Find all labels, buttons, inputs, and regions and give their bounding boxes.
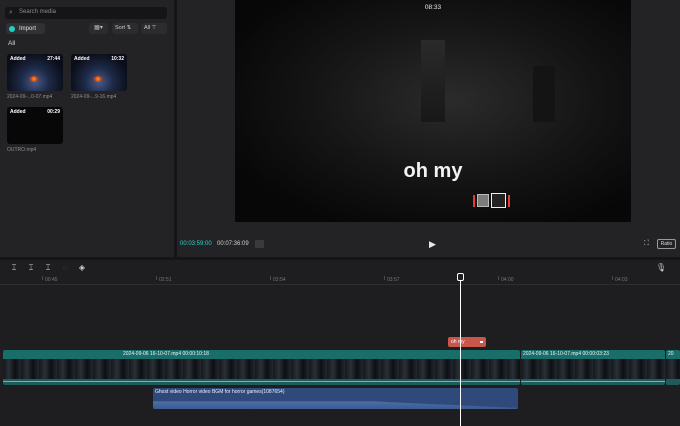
ratio-button[interactable]: Ratio: [657, 239, 676, 249]
video-clip-label: 2024-09-06 16-10-07.mp4 00:00:03:23: [521, 350, 665, 359]
media-item-name: OUTRO.mp4: [7, 147, 37, 153]
clip-end-handle[interactable]: [480, 341, 483, 343]
editor-window: ⌕ Search media Import ▦▾ Sort ⇅ All ⊤ Al…: [0, 0, 680, 426]
audio-waveform: [153, 401, 518, 409]
timeline-toolbar: ⌶ ⌶ ⌶ ◌ ◈ 🎙︎: [0, 260, 680, 276]
clip-audio-line: [521, 381, 665, 382]
marker-icon[interactable]: ◈: [77, 263, 87, 273]
caption-text[interactable]: oh my: [235, 160, 631, 183]
clip-thumbnails: [666, 359, 680, 379]
duration-label: 27:44: [47, 56, 60, 62]
media-item-name: 2024-09-...0-07.mp4: [7, 94, 53, 100]
split-icon[interactable]: ⌶: [9, 263, 19, 273]
ruler-tick-label: 04:03: [615, 277, 628, 283]
clip-audio-bar: [666, 379, 680, 385]
timeline-panel: ⌶ ⌶ ⌶ ◌ ◈ 🎙︎ 00:45 02:51 03:54 03:57 04:…: [0, 260, 680, 426]
section-all-label: All: [8, 40, 16, 47]
search-media-input[interactable]: ⌕ Search media: [5, 7, 167, 19]
clip-thumbnails: [3, 359, 520, 379]
sort-label: Sort: [115, 25, 126, 31]
sticker-overlay[interactable]: [472, 192, 512, 210]
sort-button[interactable]: Sort ⇅: [112, 23, 138, 34]
import-label: Import: [19, 25, 37, 32]
video-clip[interactable]: 20: [666, 350, 680, 385]
ruler-tick-label: 03:54: [273, 277, 286, 283]
filter-button[interactable]: All ⊤: [141, 23, 167, 34]
video-frame-door: [421, 40, 445, 122]
clip-audio-bar: [521, 379, 665, 385]
timeline-ruler[interactable]: 00:45 02:51 03:54 03:57 04:00 04:03: [0, 276, 680, 285]
clip-audio-bar: [3, 379, 520, 385]
ruler-tick-label: 00:45: [45, 277, 58, 283]
added-badge: Added: [74, 56, 90, 62]
audio-clip-label: Ghost video Horror video BGM for horror …: [155, 389, 285, 395]
video-preview[interactable]: 08:33 oh my: [235, 0, 631, 222]
ruler-tick-label: 04:00: [501, 277, 514, 283]
delete-icon[interactable]: ◌: [60, 263, 70, 273]
sticker-icon: [477, 194, 489, 207]
view-mode-button[interactable]: ▦▾: [89, 23, 108, 34]
split-left-icon[interactable]: ⌶: [26, 263, 36, 273]
in-video-timestamp: 08:33: [424, 4, 442, 11]
fullscreen-icon[interactable]: ⛶: [644, 240, 649, 248]
sticker-icon: [491, 193, 506, 208]
clip-thumbnails: [521, 359, 665, 379]
play-icon[interactable]: ▶: [429, 239, 436, 250]
media-item[interactable]: Added 27:44: [7, 54, 63, 91]
text-clip[interactable]: oh my: [448, 337, 486, 347]
resize-handle[interactable]: [508, 195, 510, 207]
search-placeholder: Search media: [19, 9, 57, 15]
playhead-handle[interactable]: [457, 273, 464, 281]
ruler-tick-label: 03:57: [387, 277, 400, 283]
video-clip-label: 2024-09-06 16-10-07.mp4 00:00:10:18: [3, 350, 520, 359]
audio-clip[interactable]: Ghost video Horror video BGM for horror …: [153, 388, 518, 409]
search-icon: ⌕: [9, 9, 13, 16]
added-badge: Added: [10, 56, 26, 62]
media-item-name: 2024-09-...9-16.mp4: [71, 94, 117, 100]
current-timecode: 00:03:59:00: [180, 241, 212, 247]
added-badge: Added: [10, 109, 26, 115]
filter-icon: ⊤: [151, 25, 157, 31]
split-right-icon[interactable]: ⌶: [43, 263, 53, 273]
ruler-tick-label: 02:51: [159, 277, 172, 283]
filter-label: All: [144, 25, 151, 31]
video-clip-label: 20: [666, 350, 680, 359]
media-panel: ⌕ Search media Import ▦▾ Sort ⇅ All ⊤ Al…: [0, 0, 174, 257]
sort-icon: ⇅: [126, 25, 132, 31]
total-timecode: 00:07:36:09: [217, 241, 249, 247]
video-clip[interactable]: 2024-09-06 16-10-07.mp4 00:00:10:18: [3, 350, 520, 385]
duration-label: 00:29: [47, 109, 60, 115]
video-frame-shadow: [533, 66, 555, 122]
resize-handle[interactable]: [473, 195, 475, 207]
video-clip[interactable]: 2024-09-06 16-10-07.mp4 00:00:03:23: [521, 350, 665, 385]
timecode-format-icon[interactable]: [255, 240, 264, 248]
text-clip-label: oh my: [451, 339, 465, 345]
player-panel: 08:33 oh my 00:03:59:00 00:07:36:09 ▶ ⛶ …: [177, 0, 680, 257]
duration-label: 10:32: [111, 56, 124, 62]
microphone-icon[interactable]: 🎙︎: [656, 263, 666, 272]
import-button[interactable]: Import: [6, 23, 45, 34]
media-item[interactable]: Added 00:29: [7, 107, 63, 144]
clip-audio-line: [3, 381, 520, 382]
media-item[interactable]: Added 10:32: [71, 54, 127, 91]
import-icon: [9, 25, 15, 32]
playhead[interactable]: [460, 274, 461, 426]
